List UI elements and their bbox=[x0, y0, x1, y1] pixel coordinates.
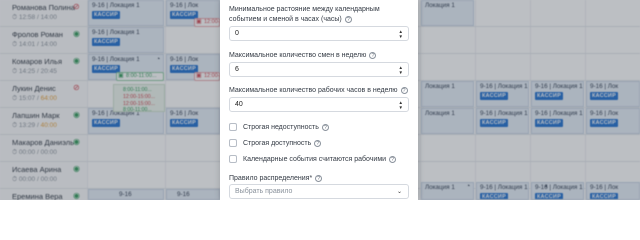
max-hours-label: Максимальное количество рабочих часов в … bbox=[229, 86, 408, 96]
help-icon[interactable]: ? bbox=[314, 139, 322, 147]
checkbox-label: Строгая недоступность? bbox=[243, 123, 329, 132]
checkbox[interactable] bbox=[229, 123, 237, 131]
max-shifts-label: Максимальное количество смен в неделю? bbox=[229, 51, 377, 61]
checkbox-label-text: Строгая недоступность bbox=[243, 124, 319, 131]
help-icon[interactable]: ? bbox=[315, 174, 323, 182]
settings-modal: Минимальное растояние между календарным … bbox=[220, 0, 418, 200]
distribution-rule-placeholder: Выбрать правило bbox=[235, 188, 293, 195]
min-distance-input[interactable]: 0 ▲ ▼ bbox=[229, 26, 409, 41]
max-hours-label-text: Максимальное количество рабочих часов в … bbox=[229, 87, 398, 94]
max-hours-input[interactable]: 40 ▲ ▼ bbox=[229, 97, 409, 112]
checkbox-label-text: Календарные события считаются рабочими bbox=[243, 156, 387, 163]
max-hours-value: 40 bbox=[235, 101, 243, 108]
stepper-icon[interactable]: ▲ ▼ bbox=[399, 65, 403, 75]
help-icon[interactable]: ? bbox=[389, 155, 397, 163]
checkbox-label-text: Строгая доступность bbox=[243, 140, 312, 147]
min-distance-label-text: Минимальное растояние между календарным … bbox=[229, 6, 380, 23]
distribution-rule-label-text: Правило распределения bbox=[229, 175, 310, 182]
max-shifts-value: 6 bbox=[235, 66, 239, 73]
scheduler-page: Романова Полина ⏱ 12:58 / 14:00 ⊘ Фролов… bbox=[0, 0, 640, 200]
checkbox[interactable] bbox=[229, 139, 237, 147]
distribution-rule-select[interactable]: Выбрать правило ⌄ bbox=[229, 184, 409, 199]
help-icon[interactable]: ? bbox=[344, 15, 352, 23]
help-icon[interactable]: ? bbox=[321, 123, 329, 131]
checkbox[interactable] bbox=[229, 155, 237, 163]
min-distance-value: 0 bbox=[235, 30, 239, 37]
required-mark: * bbox=[309, 175, 313, 182]
min-distance-label: Минимальное растояние между календарным … bbox=[229, 5, 411, 25]
stepper-icon[interactable]: ▲ ▼ bbox=[399, 100, 403, 110]
distribution-rule-label: Правило распределения*? bbox=[229, 174, 323, 184]
help-icon[interactable]: ? bbox=[369, 51, 377, 59]
checkbox-label: Календарные события считаются рабочими? bbox=[243, 155, 397, 164]
max-shifts-input[interactable]: 6 ▲ ▼ bbox=[229, 62, 409, 77]
max-shifts-label-text: Максимальное количество смен в неделю bbox=[229, 52, 367, 59]
stepper-icon[interactable]: ▲ ▼ bbox=[399, 29, 403, 39]
chevron-down-icon: ⌄ bbox=[396, 189, 402, 195]
help-icon[interactable]: ? bbox=[400, 86, 408, 94]
checkbox-label: Строгая доступность? bbox=[243, 139, 322, 148]
